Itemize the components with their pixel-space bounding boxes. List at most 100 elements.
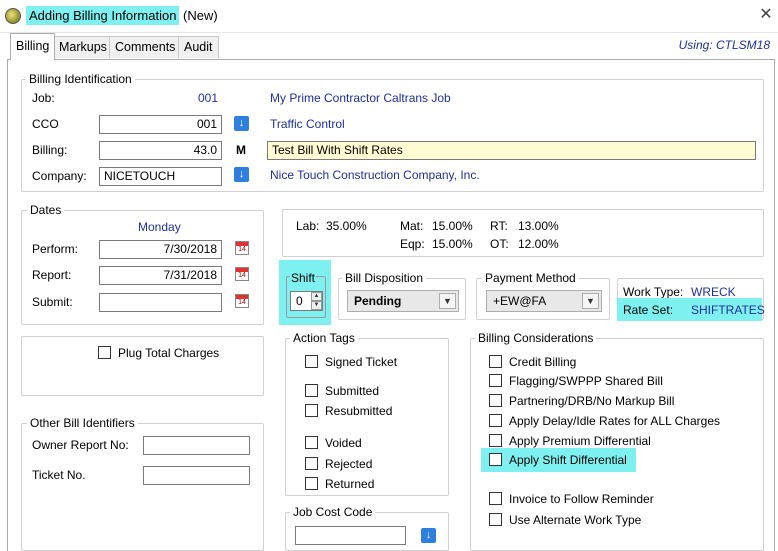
company-field[interactable]: NICETOUCH xyxy=(99,167,222,186)
plug-total-checkbox[interactable] xyxy=(98,346,111,359)
job-description: My Prime Contractor Caltrans Job xyxy=(270,91,451,105)
flagging-shared-bill-label: Flagging/SWPPP Shared Bill xyxy=(509,374,663,388)
rate-set-label: Rate Set: xyxy=(623,303,674,317)
mat-value: 15.00% xyxy=(432,219,473,233)
window-title-highlight: Adding Billing Information xyxy=(26,6,180,25)
chevron-down-icon: ▼ xyxy=(582,293,599,309)
using-indicator: Using: CTLSM18 xyxy=(678,38,770,52)
delay-idle-rates-checkbox[interactable] xyxy=(489,414,502,427)
company-label: Company: xyxy=(32,169,87,183)
rejected-label: Rejected xyxy=(325,457,373,471)
action-tags-legend: Action Tags xyxy=(290,331,358,345)
lab-label: Lab: xyxy=(296,219,320,233)
alternate-work-type-checkbox[interactable] xyxy=(489,513,502,526)
company-lookup-icon[interactable]: ↓ xyxy=(234,167,249,182)
signed-ticket-checkbox[interactable] xyxy=(305,355,318,368)
other-bill-identifiers-legend: Other Bill Identifiers xyxy=(27,416,138,430)
plug-total-label: Plug Total Charges xyxy=(118,346,220,360)
report-date-field[interactable]: 7/31/2018 xyxy=(99,266,222,285)
billing-considerations-legend: Billing Considerations xyxy=(475,331,597,345)
bill-disposition-legend: Bill Disposition xyxy=(342,271,427,285)
job-cost-code-field[interactable] xyxy=(295,526,406,545)
owner-report-label: Owner Report No: xyxy=(32,438,129,452)
payment-method-select[interactable]: +EW@FA ▼ xyxy=(486,290,602,312)
window-title: Adding Billing Information (New) xyxy=(26,6,218,25)
dates-legend: Dates xyxy=(27,203,65,217)
tab-comments[interactable]: Comments xyxy=(109,36,182,58)
submitted-checkbox[interactable] xyxy=(305,384,318,397)
billing-number-field[interactable]: 43.0 xyxy=(99,141,222,160)
shift-down-icon[interactable]: ▼ xyxy=(311,301,322,310)
ticket-field[interactable] xyxy=(143,466,250,485)
billing-label: Billing: xyxy=(32,143,68,157)
shift-differential-checkbox[interactable] xyxy=(489,453,502,466)
ot-value: 12.00% xyxy=(518,237,559,251)
app-icon xyxy=(5,8,21,24)
company-description: Nice Touch Construction Company, Inc. xyxy=(270,168,480,182)
rt-value: 13.00% xyxy=(518,219,559,233)
invoice-follow-reminder-checkbox[interactable] xyxy=(489,492,502,505)
perform-calendar-icon[interactable]: 14 xyxy=(235,241,249,255)
report-calendar-icon[interactable]: 14 xyxy=(235,267,249,281)
returned-label: Returned xyxy=(325,477,375,491)
shift-value: 0 xyxy=(296,294,303,308)
window-title-suffix: (New) xyxy=(183,8,218,23)
submit-date-field[interactable] xyxy=(99,293,222,312)
job-label: Job: xyxy=(32,91,55,105)
ticket-label: Ticket No. xyxy=(32,468,86,482)
eqp-label: Eqp: xyxy=(400,237,425,251)
delay-idle-rates-label: Apply Delay/Idle Rates for ALL Charges xyxy=(509,414,721,428)
credit-billing-label: Credit Billing xyxy=(509,355,577,369)
rt-label: RT: xyxy=(490,219,508,233)
premium-differential-checkbox[interactable] xyxy=(489,434,502,447)
lab-value: 35.00% xyxy=(326,219,367,233)
submit-calendar-icon[interactable]: 14 xyxy=(235,294,249,308)
day-of-week: Monday xyxy=(138,220,181,234)
tab-audit[interactable]: Audit xyxy=(178,36,219,58)
bill-disposition-select[interactable]: Pending ▼ xyxy=(347,290,459,312)
work-type-label: Work Type: xyxy=(623,285,684,299)
job-cost-code-lookup-icon[interactable]: ↓ xyxy=(421,528,436,543)
job-cost-code-legend: Job Cost Code xyxy=(290,505,376,519)
cco-description: Traffic Control xyxy=(270,117,345,131)
perform-date-field[interactable]: 7/30/2018 xyxy=(99,240,222,259)
returned-checkbox[interactable] xyxy=(305,477,318,490)
billing-identification-legend: Billing Identification xyxy=(26,72,135,86)
bill-disposition-value: Pending xyxy=(354,294,402,308)
eqp-value: 15.00% xyxy=(432,237,473,251)
submit-label: Submit: xyxy=(32,295,73,309)
shift-up-icon[interactable]: ▲ xyxy=(311,292,322,301)
payment-method-value: +EW@FA xyxy=(493,294,547,308)
resubmitted-label: Resubmitted xyxy=(325,404,393,418)
flagging-shared-bill-checkbox[interactable] xyxy=(489,374,502,387)
signed-ticket-label: Signed Ticket xyxy=(325,355,398,369)
credit-billing-checkbox[interactable] xyxy=(489,355,502,368)
close-icon[interactable]: ✕ xyxy=(757,6,775,24)
submitted-label: Submitted xyxy=(325,384,380,398)
tab-billing[interactable]: Billing xyxy=(10,33,56,60)
partnering-no-markup-label: Partnering/DRB/No Markup Bill xyxy=(509,394,675,408)
partnering-no-markup-checkbox[interactable] xyxy=(489,394,502,407)
rate-set-value: SHIFTRATES xyxy=(691,303,765,317)
ot-label: OT: xyxy=(490,237,509,251)
rejected-checkbox[interactable] xyxy=(305,457,318,470)
billing-description-field[interactable]: Test Bill With Shift Rates xyxy=(267,141,756,160)
cco-lookup-icon[interactable]: ↓ xyxy=(234,116,249,131)
owner-report-field[interactable] xyxy=(143,436,250,455)
plug-total-group xyxy=(21,336,264,396)
shift-spinner[interactable]: 0 ▲ ▼ xyxy=(290,291,323,311)
cco-label: CCO xyxy=(32,117,59,131)
resubmitted-checkbox[interactable] xyxy=(305,404,318,417)
voided-checkbox[interactable] xyxy=(305,436,318,449)
tab-markups[interactable]: Markups xyxy=(53,36,113,58)
voided-label: Voided xyxy=(325,436,362,450)
cco-field[interactable]: 001 xyxy=(99,115,222,134)
premium-differential-label: Apply Premium Differential xyxy=(509,434,651,448)
alternate-work-type-label: Use Alternate Work Type xyxy=(509,513,642,527)
invoice-follow-reminder-label: Invoice to Follow Reminder xyxy=(509,492,654,506)
job-value: 001 xyxy=(197,91,218,105)
shift-differential-label: Apply Shift Differential xyxy=(509,453,627,467)
shift-legend: Shift xyxy=(290,271,317,285)
chevron-down-icon: ▼ xyxy=(439,293,456,309)
billing-flag: M xyxy=(236,143,246,157)
